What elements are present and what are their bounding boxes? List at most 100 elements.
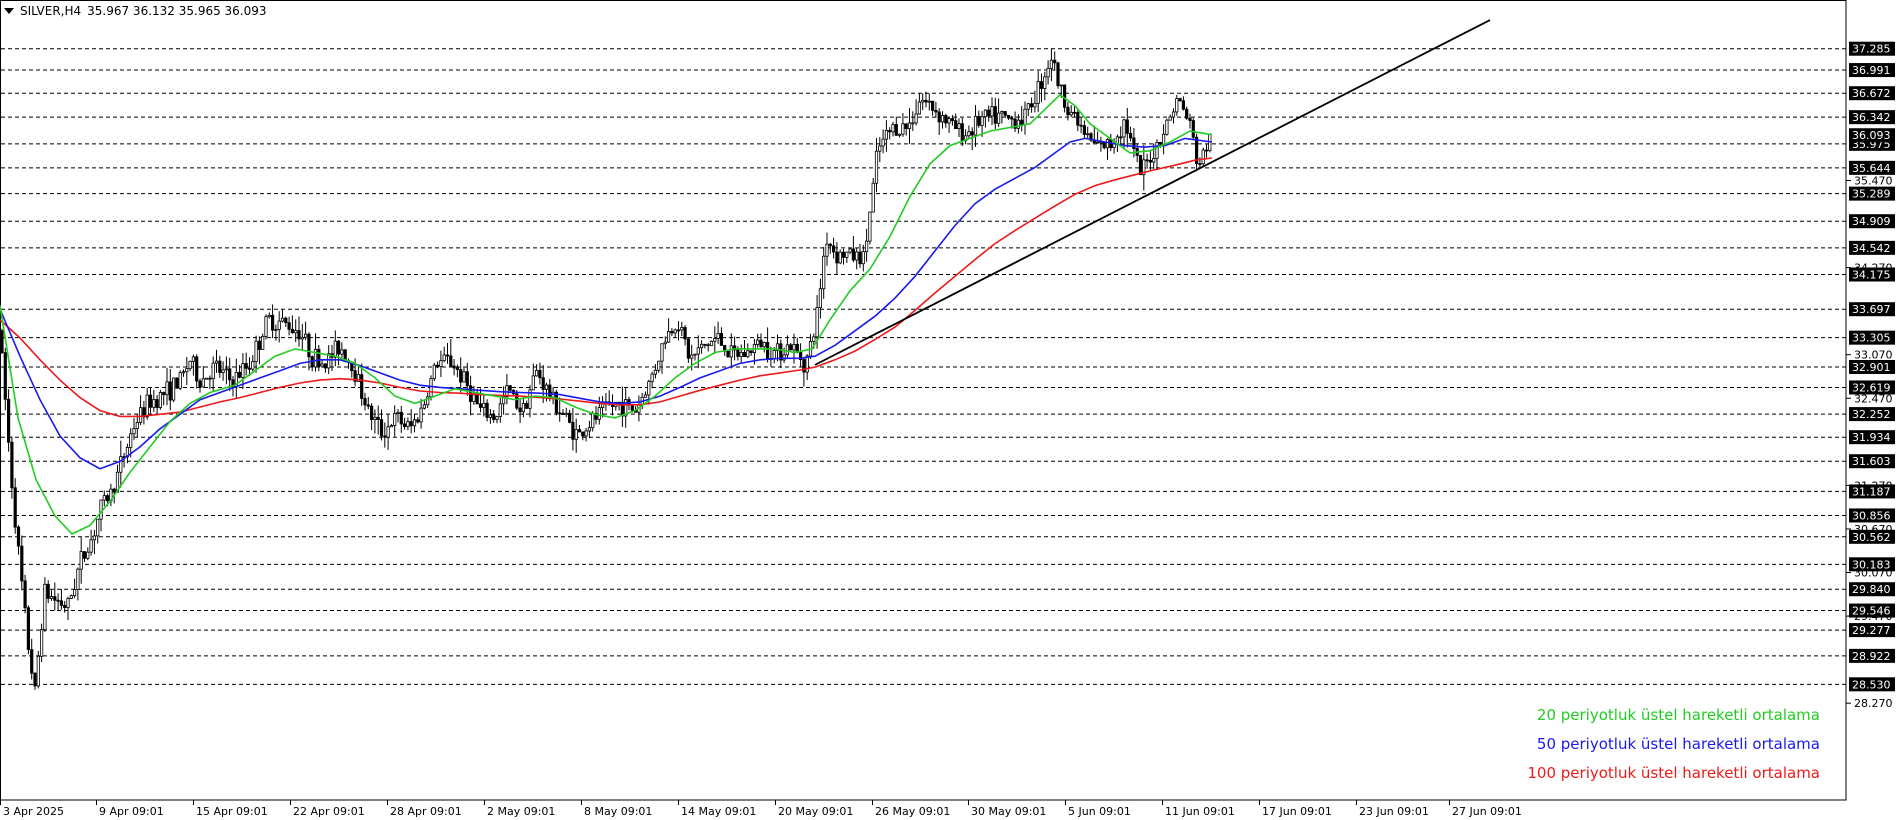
candle-body xyxy=(878,145,882,152)
candle-body xyxy=(782,354,786,361)
candle-body xyxy=(1175,98,1179,113)
level-price-label: 31.934 xyxy=(1852,431,1891,444)
candle-body xyxy=(960,123,964,142)
candle-body xyxy=(191,356,195,362)
candle-body xyxy=(653,369,658,375)
candle-body xyxy=(264,316,268,337)
candle-body xyxy=(369,405,374,421)
candle-body xyxy=(1168,116,1172,121)
candle-body xyxy=(89,539,93,553)
level-price-label: 34.175 xyxy=(1852,268,1891,281)
candle-body xyxy=(706,344,710,347)
candle-body xyxy=(59,600,64,606)
candle-body xyxy=(772,349,776,359)
candle-body xyxy=(901,123,905,135)
candle-body xyxy=(138,407,143,423)
candle-body xyxy=(119,456,123,473)
candle-body xyxy=(132,428,136,435)
candle-body xyxy=(973,115,978,136)
candle-body xyxy=(402,423,407,428)
level-price-box: 36.991 xyxy=(1849,63,1895,78)
candle-body xyxy=(1069,111,1073,116)
candle-body xyxy=(601,403,605,408)
candle-body xyxy=(802,359,806,373)
candle-body xyxy=(673,329,677,334)
candle-body xyxy=(178,372,182,389)
candle-body xyxy=(894,124,898,136)
candle-body xyxy=(76,568,80,590)
x-tick-label: 17 Jun 09:01 xyxy=(1262,805,1332,818)
level-price-box: 29.840 xyxy=(1849,582,1895,597)
candle-body xyxy=(162,392,166,396)
candle-body xyxy=(1043,76,1047,89)
price-chart[interactable]: 3 Apr 2025 9 Apr 09:01 15 Apr 09:01 22 Apr … xyxy=(0,0,1896,820)
candle-body xyxy=(703,343,707,346)
candle-body xyxy=(914,113,918,124)
level-price-label: 28.530 xyxy=(1852,678,1891,691)
level-price-box: 36.672 xyxy=(1849,86,1895,101)
candle-body xyxy=(1158,142,1162,145)
candle-body xyxy=(868,211,872,242)
candle-body xyxy=(20,545,24,582)
support-trendline[interactable] xyxy=(814,19,1491,366)
candle-body xyxy=(1063,84,1067,108)
candle-body xyxy=(30,649,34,674)
candle-body xyxy=(581,431,585,437)
x-axis: 3 Apr 2025 9 Apr 09:01 15 Apr 09:01 22 Apr … xyxy=(0,800,1522,818)
candle-body xyxy=(548,384,552,399)
candle-body xyxy=(492,414,496,420)
candle-body xyxy=(762,342,766,348)
candle-body xyxy=(63,605,67,608)
x-tick-label: 20 May 09:01 xyxy=(778,805,853,818)
candle-body xyxy=(40,629,44,657)
candle-body xyxy=(937,111,941,123)
x-tick-label: 9 Apr 09:01 xyxy=(99,805,164,818)
dropdown-triangle-icon[interactable] xyxy=(4,8,14,14)
level-price-box: 30.562 xyxy=(1849,529,1895,544)
candle-body xyxy=(383,435,387,438)
level-price-box: 32.619 xyxy=(1849,380,1895,395)
candle-body xyxy=(488,414,493,418)
candle-body xyxy=(587,427,592,432)
candle-body xyxy=(1191,120,1195,138)
candle-body xyxy=(171,377,176,401)
candle-body xyxy=(46,583,50,599)
level-price-box: 34.542 xyxy=(1849,240,1895,255)
candle-body xyxy=(630,404,634,411)
candle-body xyxy=(759,339,763,348)
level-price-label: 29.546 xyxy=(1852,605,1891,618)
moving-averages xyxy=(0,93,1213,535)
candle-body xyxy=(904,123,908,130)
candle-body xyxy=(891,124,895,133)
candle-body xyxy=(521,403,526,413)
candle-body xyxy=(317,348,321,367)
candle-body xyxy=(970,131,974,136)
x-tick-label: 27 Jun 09:01 xyxy=(1452,805,1522,818)
candle-body xyxy=(1026,103,1030,110)
candle-body xyxy=(990,106,994,117)
candle-body xyxy=(241,363,245,378)
candle-body xyxy=(1079,124,1083,127)
candle-body xyxy=(145,394,149,418)
candle-body xyxy=(680,327,684,331)
candle-body xyxy=(1105,139,1110,149)
x-tick-label: 8 May 09:01 xyxy=(584,805,652,818)
candle-body xyxy=(92,535,96,541)
ema100-line xyxy=(0,157,1213,418)
candle-body xyxy=(455,367,460,370)
level-price-label: 32.901 xyxy=(1852,361,1891,374)
candle-body xyxy=(442,354,446,362)
candle-body xyxy=(508,385,512,391)
level-price-label: 32.619 xyxy=(1852,381,1891,394)
candle-body xyxy=(584,430,588,437)
candle-body xyxy=(643,394,648,398)
candle-body xyxy=(554,391,559,414)
level-price-box: 29.277 xyxy=(1849,623,1895,638)
level-price-label: 30.856 xyxy=(1852,509,1891,522)
candle-body xyxy=(1125,119,1129,134)
candle-body xyxy=(409,421,413,427)
candle-body xyxy=(696,347,700,355)
candle-body xyxy=(749,350,753,354)
candle-body xyxy=(294,330,298,334)
level-price-box: 31.603 xyxy=(1849,454,1895,469)
